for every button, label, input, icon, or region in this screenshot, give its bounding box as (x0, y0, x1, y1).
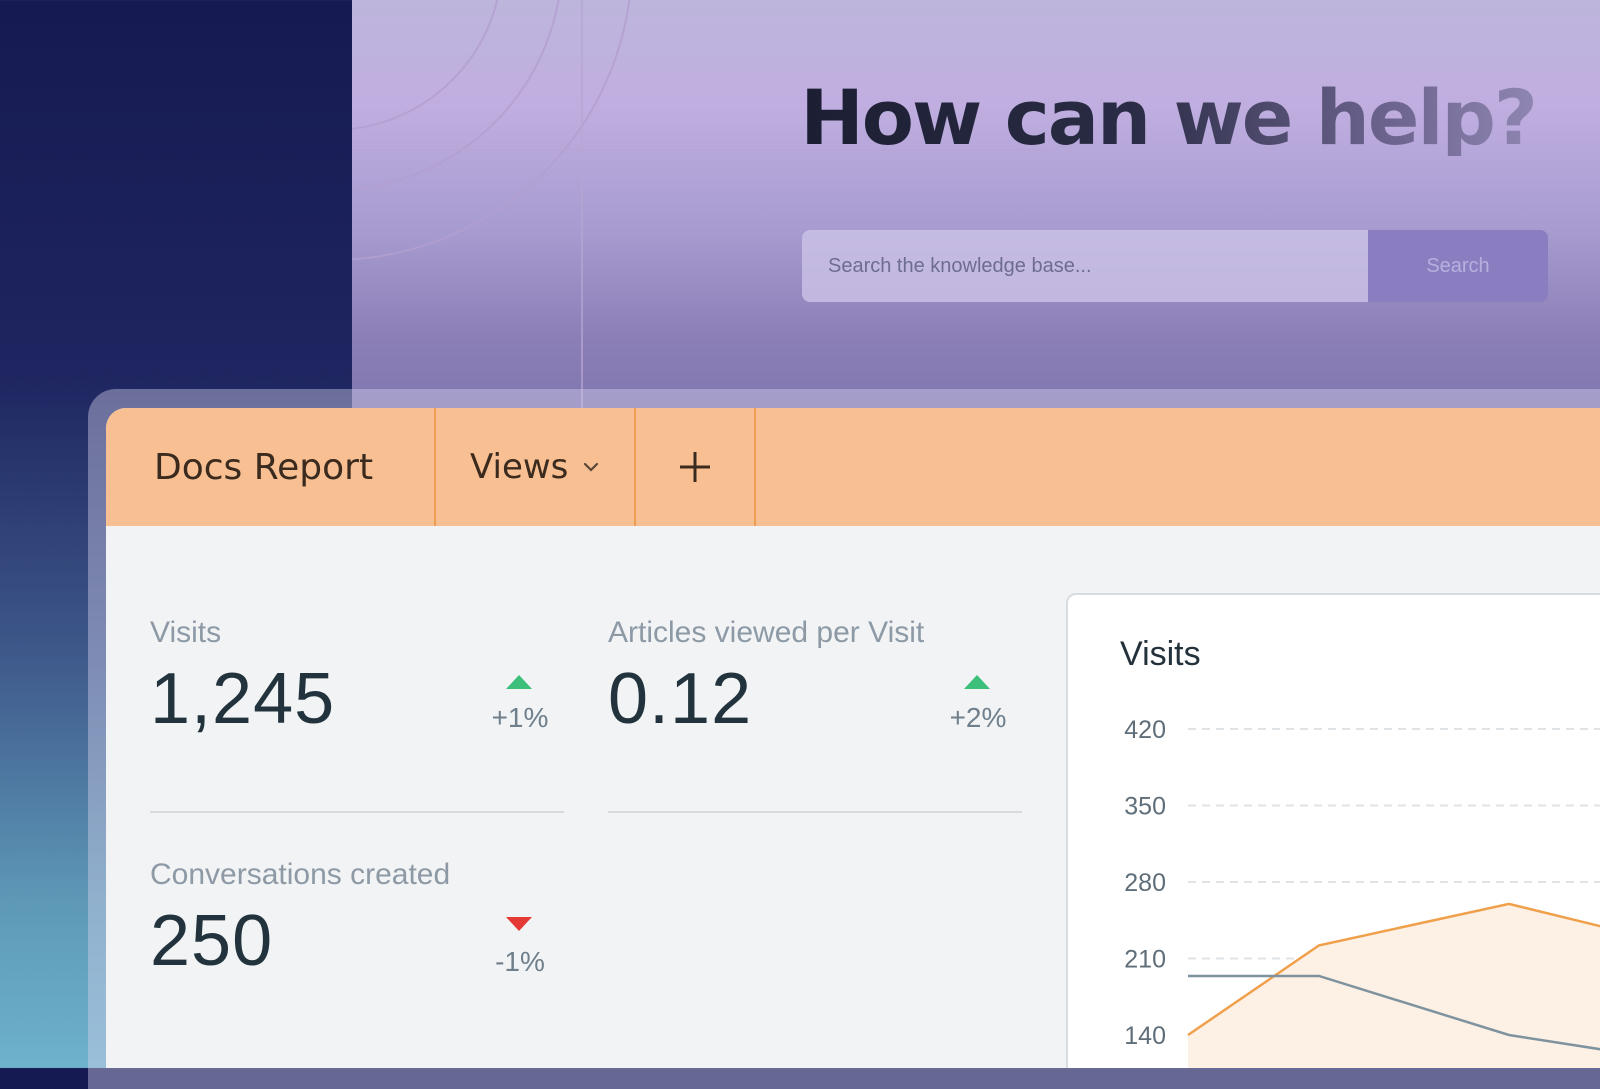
y-tick-label: 420 (1124, 716, 1166, 744)
metric-visits: Visits 1,245 +1% (150, 616, 564, 776)
report-title: Docs Report (106, 408, 436, 526)
divider (608, 811, 1022, 813)
visits-chart-card: Visits 420350280210140 (1066, 593, 1600, 1068)
metric-change: +2% (928, 702, 1028, 734)
metric-conversations-created: Conversations created 250 -1% (150, 858, 564, 1018)
metric-change: +1% (470, 702, 570, 734)
views-label: Views (470, 447, 568, 487)
search-button[interactable]: Search (1368, 230, 1548, 302)
y-tick-label: 140 (1124, 1022, 1166, 1050)
y-tick-label: 350 (1124, 793, 1166, 821)
divider (150, 811, 564, 813)
search-placeholder: Search the knowledge base... (828, 255, 1092, 278)
metric-label: Conversations created (150, 858, 564, 892)
chevron-down-icon (582, 461, 600, 473)
trend-down-icon (505, 916, 533, 932)
search-input[interactable]: Search the knowledge base... (802, 230, 1368, 302)
views-dropdown[interactable]: Views (436, 408, 636, 526)
plus-icon (678, 450, 712, 484)
decorative-arcs (352, 0, 1052, 420)
docs-report-panel: Docs Report Views Visits 1,245 +1% Artic… (106, 408, 1600, 1068)
visits-line-chart: 420 350 280 210 140 (1068, 595, 1600, 1068)
add-view-button[interactable] (636, 408, 756, 526)
y-tick-label: 210 (1124, 946, 1166, 974)
metric-label: Articles viewed per Visit (608, 616, 1022, 650)
metric-label: Visits (150, 616, 564, 650)
help-center-hero: How can we help? Search the knowledge ba… (352, 0, 1600, 420)
hero-title: How can we help? (800, 80, 1536, 156)
metric-change: -1% (470, 946, 570, 978)
trend-up-icon (505, 674, 533, 690)
trend-up-icon (963, 674, 991, 690)
y-tick-label: 280 (1124, 869, 1166, 897)
report-toolbar: Docs Report Views (106, 408, 1600, 526)
metric-articles-per-visit: Articles viewed per Visit 0.12 +2% (608, 616, 1022, 776)
